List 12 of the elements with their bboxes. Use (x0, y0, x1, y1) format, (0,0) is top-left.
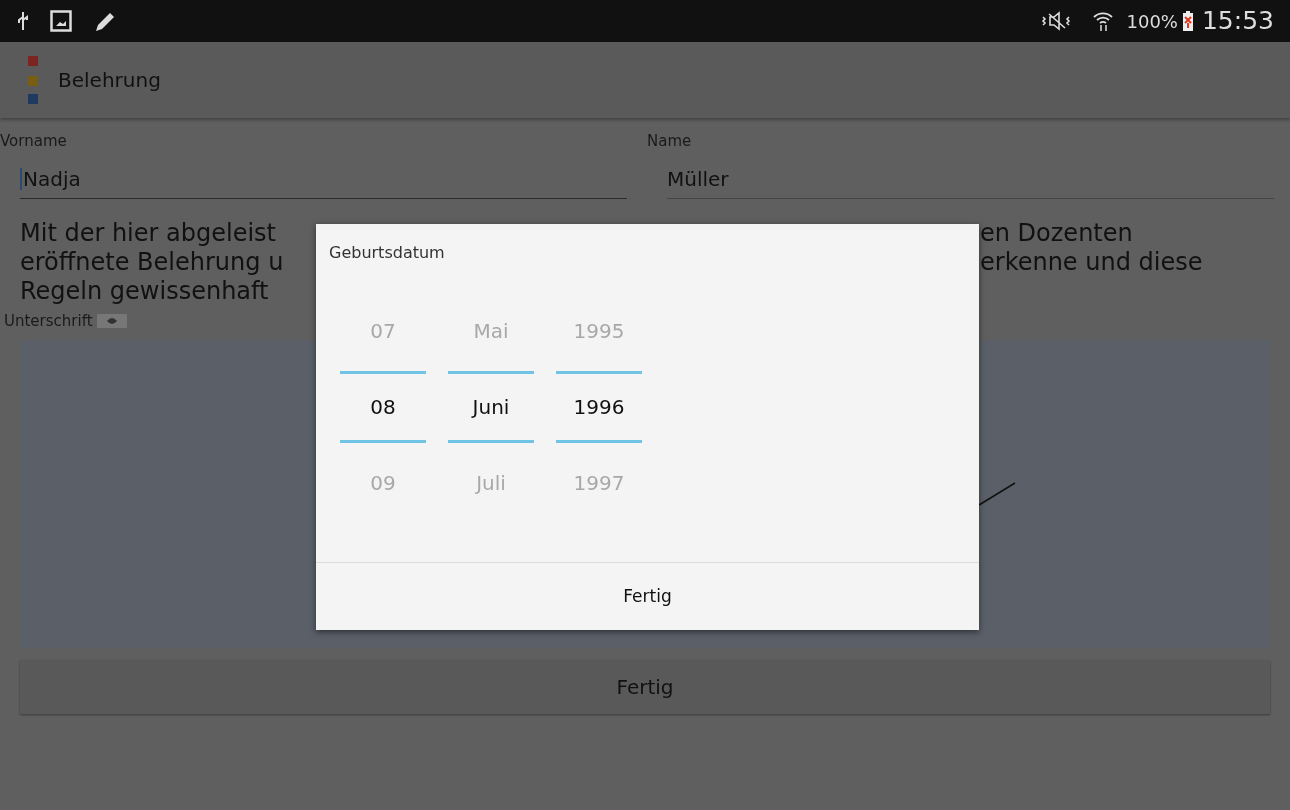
signature-label: Unterschrift (4, 310, 93, 332)
paragraph-text: Regeln gewissenhaft (20, 276, 269, 306)
field-label: Name (647, 131, 693, 152)
field-label: Vorname (0, 131, 68, 152)
dialog-title: Geburtsdatum (329, 242, 445, 264)
battery-percent: 100% (1126, 9, 1178, 34)
paragraph-text: Mit der hier abgeleist (20, 218, 276, 248)
clock-time: 15:53 (1201, 5, 1274, 38)
app-title: Belehrung (58, 67, 161, 94)
paragraph-text: eröffnete Belehrung u (20, 247, 284, 277)
paragraph-text: erkenne und diese (980, 247, 1203, 277)
paragraph-text: en Dozenten (980, 218, 1133, 248)
